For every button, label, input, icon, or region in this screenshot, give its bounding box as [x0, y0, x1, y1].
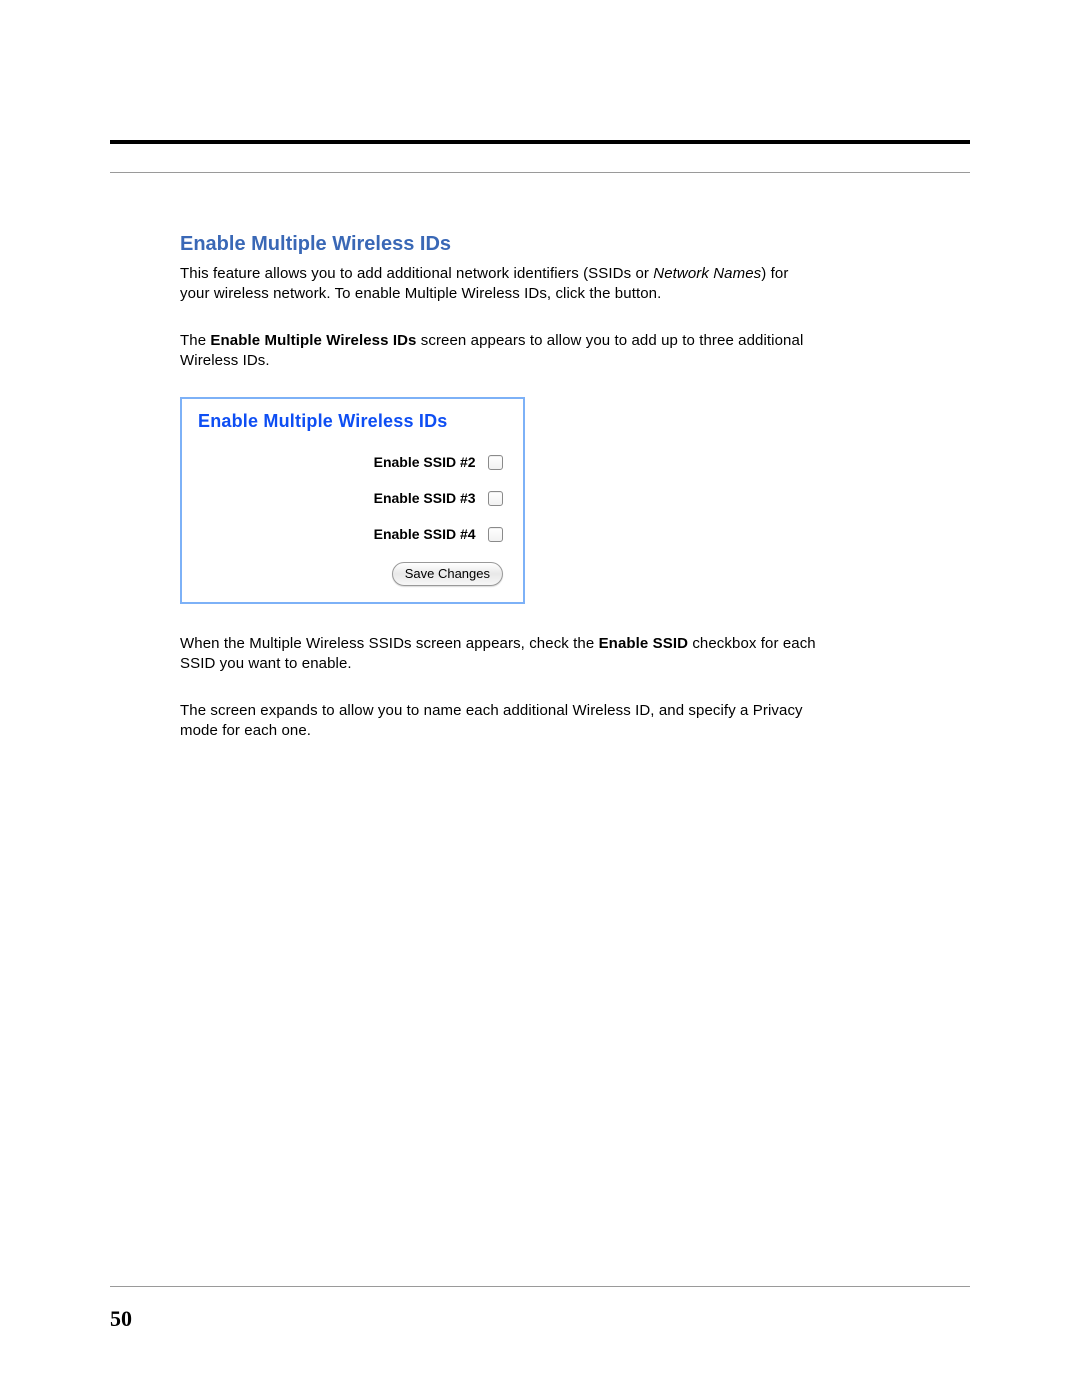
text: The	[180, 332, 210, 349]
ssid3-checkbox[interactable]	[488, 491, 503, 506]
ssid3-label: Enable SSID #3	[374, 490, 476, 506]
section-heading: Enable Multiple Wireless IDs	[180, 233, 820, 256]
ssid4-checkbox[interactable]	[488, 527, 503, 542]
ssid3-row: Enable SSID #3	[198, 490, 507, 508]
content-column: Enable Multiple Wireless IDs This featur…	[180, 233, 820, 741]
page-number: 50	[110, 1306, 132, 1332]
text: When the Multiple Wireless SSIDs screen …	[180, 635, 599, 652]
intro-paragraph: This feature allows you to add additiona…	[180, 264, 820, 305]
network-names-italic: Network Names	[653, 265, 761, 282]
ssid2-row: Enable SSID #2	[198, 454, 507, 472]
enable-multiple-wireless-ids-panel: Enable Multiple Wireless IDs Enable SSID…	[180, 397, 525, 604]
save-changes-button[interactable]: Save Changes	[392, 562, 503, 586]
thin-bottom-rule	[110, 1286, 970, 1287]
text: This feature allows you to add additiona…	[180, 265, 653, 282]
enable-ssid-bold: Enable SSID	[599, 635, 688, 652]
thin-top-rule	[110, 172, 970, 173]
ssid2-label: Enable SSID #2	[374, 454, 476, 470]
expand-paragraph: The screen expands to allow you to name …	[180, 701, 820, 742]
panel-title: Enable Multiple Wireless IDs	[198, 411, 507, 432]
panel-button-row: Save Changes	[198, 562, 507, 586]
screen-name-bold: Enable Multiple Wireless IDs	[210, 332, 416, 349]
ssid4-label: Enable SSID #4	[374, 526, 476, 542]
document-page: Enable Multiple Wireless IDs This featur…	[0, 0, 1080, 1397]
ssid4-row: Enable SSID #4	[198, 526, 507, 544]
checkbox-instruction-paragraph: When the Multiple Wireless SSIDs screen …	[180, 634, 820, 675]
ssid2-checkbox[interactable]	[488, 455, 503, 470]
screen-description-paragraph: The Enable Multiple Wireless IDs screen …	[180, 331, 820, 372]
thick-top-rule	[110, 140, 970, 144]
